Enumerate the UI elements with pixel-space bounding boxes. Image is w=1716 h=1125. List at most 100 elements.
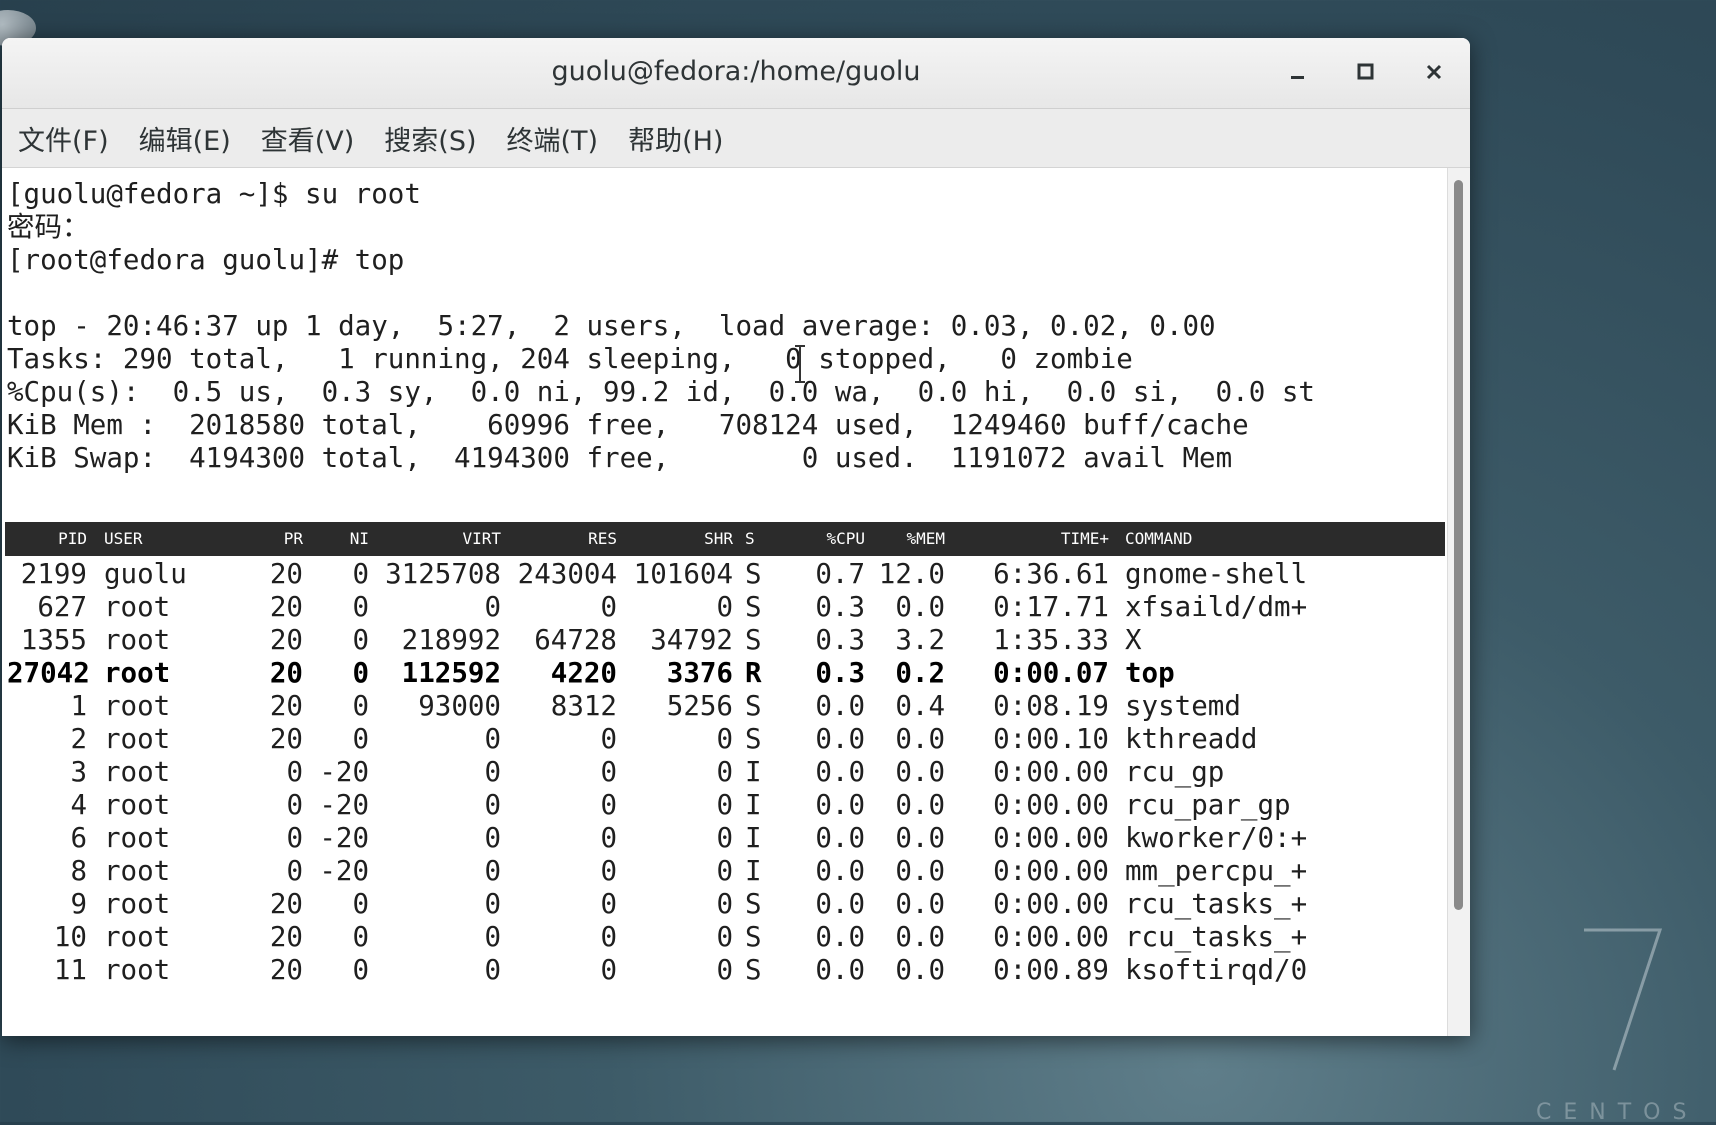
ni-cell: 0 xyxy=(352,591,369,623)
terminal-output[interactable]: [guolu@fedora ~]$ su root 密码： [root@fedo… xyxy=(2,168,1448,1036)
mem-cell: 0.2 xyxy=(895,657,945,689)
pr-cell: 0 xyxy=(286,855,303,887)
pr-cell: 20 xyxy=(269,591,303,623)
column-header: NI xyxy=(349,529,369,548)
pr-cell: 20 xyxy=(269,888,303,920)
terminal-scrollbar[interactable] xyxy=(1447,168,1470,1036)
menu-terminal[interactable]: 终端(T) xyxy=(491,119,613,158)
pr-cell: 20 xyxy=(269,954,303,986)
virt-cell: 112592 xyxy=(401,657,501,689)
pid-cell: 1 xyxy=(70,690,87,722)
mem-cell: 0.0 xyxy=(895,954,945,986)
state-cell: S xyxy=(745,591,762,623)
prompt-line: [guolu@fedora ~]$ su root xyxy=(7,178,421,210)
column-header: RES xyxy=(588,529,617,548)
pid-cell: 8 xyxy=(70,855,87,887)
text-cursor-icon xyxy=(795,345,805,383)
virt-cell: 93000 xyxy=(418,690,501,722)
process-row: 2199 guolu 20 0 3125708 243004 101604 S 0.7 12.0 6… xyxy=(7,556,1447,592)
mem-cell: 0.0 xyxy=(895,789,945,821)
res-cell: 0 xyxy=(600,789,617,821)
mem-cell: 12.0 xyxy=(878,558,945,590)
virt-cell: 0 xyxy=(484,723,501,755)
scrollbar-thumb[interactable] xyxy=(1454,180,1463,910)
pid-cell: 3 xyxy=(70,756,87,788)
ni-cell: 0 xyxy=(352,921,369,953)
menu-edit[interactable]: 编辑(E) xyxy=(123,119,245,158)
terminal-window: guolu@fedora:/home/guolu 文件(F) 编辑(E) 查看(… xyxy=(2,38,1470,1036)
pr-cell: 0 xyxy=(286,822,303,854)
cpu-cell: 0.0 xyxy=(815,822,865,854)
command-cell: kworker/0:+ xyxy=(1125,822,1308,854)
menu-search[interactable]: 搜索(S) xyxy=(368,119,490,158)
menu-bar: 文件(F) 编辑(E) 查看(V) 搜索(S) 终端(T) 帮助(H) xyxy=(2,109,1470,168)
virt-cell: 0 xyxy=(484,888,501,920)
process-row: 1355 root 20 0 218992 64728 34792 S 0.3 3.2 1:35.3… xyxy=(7,622,1447,658)
res-cell: 0 xyxy=(600,921,617,953)
shr-cell: 0 xyxy=(716,888,733,920)
res-cell: 64728 xyxy=(534,624,617,656)
pid-cell: 627 xyxy=(37,591,87,623)
column-header: TIME+ xyxy=(1060,529,1109,548)
menu-view[interactable]: 查看(V) xyxy=(245,119,369,158)
close-button[interactable] xyxy=(1414,52,1454,92)
ni-cell: 0 xyxy=(352,723,369,755)
command-cell: xfsaild/dm+ xyxy=(1125,591,1308,623)
column-header: S xyxy=(745,529,755,548)
menu-file[interactable]: 文件(F) xyxy=(2,119,123,158)
res-cell: 0 xyxy=(600,822,617,854)
cpu-cell: 0.0 xyxy=(815,888,865,920)
shr-cell: 0 xyxy=(716,591,733,623)
mem-cell: 0.0 xyxy=(895,756,945,788)
virt-cell: 3125708 xyxy=(385,558,501,590)
pr-cell: 20 xyxy=(269,921,303,953)
column-header: VIRT xyxy=(462,529,501,548)
ni-cell: 0 xyxy=(352,558,369,590)
state-cell: I xyxy=(745,789,762,821)
time-cell: 6:36.61 xyxy=(993,558,1109,590)
shr-cell: 0 xyxy=(716,921,733,953)
process-row: 1 root 20 0 93000 8312 5256 S 0.0 0.4 0:08.19 syste… xyxy=(7,688,1447,724)
virt-cell: 0 xyxy=(484,591,501,623)
mem-cell: 0.0 xyxy=(895,855,945,887)
window-title: guolu@fedora:/home/guolu xyxy=(551,56,921,87)
cpu-cell: 0.0 xyxy=(815,789,865,821)
menu-help[interactable]: 帮助(H) xyxy=(612,119,737,158)
minimize-button[interactable] xyxy=(1278,52,1318,92)
virt-cell: 218992 xyxy=(401,624,501,656)
shr-cell: 3376 xyxy=(666,657,733,689)
time-cell: 0:00.00 xyxy=(993,855,1109,887)
close-icon xyxy=(1426,64,1442,80)
shr-cell: 0 xyxy=(716,855,733,887)
shr-cell: 5256 xyxy=(666,690,733,722)
shr-cell: 0 xyxy=(716,822,733,854)
state-cell: S xyxy=(745,558,762,590)
column-header: COMMAND xyxy=(1125,529,1193,548)
mem-cell: 0.0 xyxy=(895,723,945,755)
shr-cell: 101604 xyxy=(633,558,733,590)
window-titlebar[interactable]: guolu@fedora:/home/guolu xyxy=(2,38,1470,109)
prompt-line: [root@fedora guolu]# top xyxy=(7,244,405,276)
cpu-cell: 0.0 xyxy=(815,954,865,986)
process-row: 9 root 20 0 0 0 0 S 0.0 0.0 0:00.00 rcu_tasks_+ xyxy=(7,886,1447,922)
shr-cell: 34792 xyxy=(650,624,733,656)
top-swap-line: KiB Swap: 4194300 total, 4194300 free, 0… xyxy=(7,442,1233,474)
time-cell: 0:08.19 xyxy=(993,690,1109,722)
time-cell: 0:00.00 xyxy=(993,789,1109,821)
top-tasks-line: Tasks: 290 total, 1 running, 204 sleepin… xyxy=(7,343,1133,375)
command-cell: rcu_tasks_+ xyxy=(1125,921,1308,953)
res-cell: 0 xyxy=(600,723,617,755)
ni-cell: -20 xyxy=(319,855,369,887)
res-cell: 243004 xyxy=(517,558,617,590)
shr-cell: 0 xyxy=(716,756,733,788)
time-cell: 1:35.33 xyxy=(993,624,1109,656)
centos-seven-logo xyxy=(1584,928,1663,1071)
pid-cell: 6 xyxy=(70,822,87,854)
maximize-button[interactable] xyxy=(1346,52,1386,92)
pr-cell: 20 xyxy=(269,723,303,755)
state-cell: S xyxy=(745,954,762,986)
virt-cell: 0 xyxy=(484,756,501,788)
state-cell: S xyxy=(745,888,762,920)
ni-cell: 0 xyxy=(352,690,369,722)
cpu-cell: 0.7 xyxy=(815,558,865,590)
